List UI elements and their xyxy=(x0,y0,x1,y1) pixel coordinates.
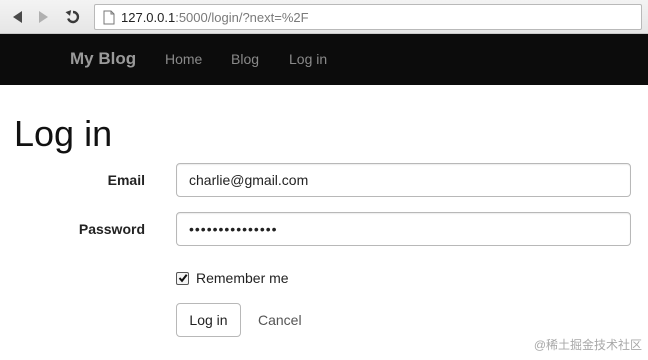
remember-me-checkbox[interactable] xyxy=(176,271,189,285)
address-bar[interactable]: 127.0.0.1:5000/login/?next=%2F xyxy=(94,4,642,30)
nav-link-login[interactable]: Log in xyxy=(289,51,327,67)
nav-link-blog[interactable]: Blog xyxy=(231,51,259,67)
remember-me-option[interactable]: Remember me xyxy=(176,270,289,286)
url-path: :5000/login/?next=%2F xyxy=(175,9,309,25)
page-icon xyxy=(103,10,115,24)
brand-link[interactable]: My Blog xyxy=(70,49,136,69)
reload-icon[interactable] xyxy=(62,6,84,28)
remember-me-label: Remember me xyxy=(196,270,289,286)
password-label: Password xyxy=(78,221,145,237)
watermark: @稀土掘金技术社区 xyxy=(533,338,642,352)
site-navbar: My Blog Home Blog Log in xyxy=(0,34,648,85)
nav-link-home[interactable]: Home xyxy=(165,51,202,67)
back-arrow-icon[interactable] xyxy=(6,6,28,28)
page-title: Log in xyxy=(14,113,113,154)
checkmark-icon xyxy=(178,274,187,283)
url-host: 127.0.0.1 xyxy=(121,9,176,25)
cancel-link[interactable]: Cancel xyxy=(258,312,302,328)
forward-arrow-icon[interactable] xyxy=(32,6,54,28)
email-field[interactable]: charlie@gmail.com xyxy=(176,163,631,197)
login-button[interactable]: Log in xyxy=(176,303,241,337)
email-label: Email xyxy=(107,172,145,188)
password-field[interactable]: ••••••••••••••• xyxy=(176,212,631,246)
browser-toolbar: 127.0.0.1:5000/login/?next=%2F xyxy=(0,0,648,34)
